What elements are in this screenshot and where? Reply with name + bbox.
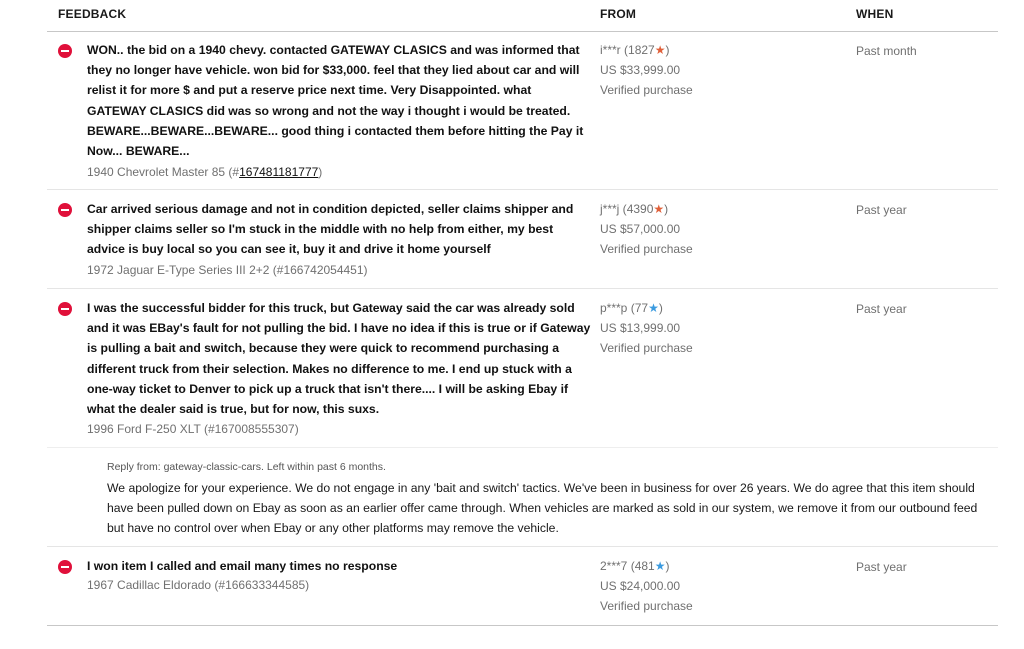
buyer-id[interactable]: 2***7 (481★) bbox=[600, 556, 693, 576]
buyer-username: j***j bbox=[600, 202, 620, 216]
when: Past year bbox=[856, 302, 907, 316]
when: Past year bbox=[856, 560, 907, 574]
feedback-table: FEEDBACK FROM WHEN WON.. the bid on a 19… bbox=[47, 0, 998, 626]
star-icon: ★ bbox=[648, 301, 659, 315]
table-row: I won item I called and email many times… bbox=[47, 547, 998, 626]
buyer-username: 2***7 bbox=[600, 559, 628, 573]
price: US $24,000.00 bbox=[600, 579, 681, 594]
buyer-score: 1827 bbox=[628, 43, 655, 57]
price: US $13,999.00 bbox=[600, 321, 681, 336]
buyer-id[interactable]: i***r (1827★) bbox=[600, 40, 693, 60]
negative-rating-icon bbox=[58, 302, 72, 316]
negative-rating-icon bbox=[58, 44, 72, 58]
buyer-id[interactable]: p***p (77★) bbox=[600, 298, 693, 318]
buyer-id[interactable]: j***j (4390★) bbox=[600, 199, 693, 219]
verified-purchase: Verified purchase bbox=[600, 599, 693, 614]
buyer-username: p***p bbox=[600, 301, 628, 315]
price: US $57,000.00 bbox=[600, 222, 681, 237]
table-row: Car arrived serious damage and not in co… bbox=[47, 190, 998, 289]
verified-purchase: Verified purchase bbox=[600, 242, 693, 257]
negative-rating-icon bbox=[58, 560, 72, 574]
when: Past month bbox=[856, 44, 917, 58]
feedback-comment: Car arrived serious damage and not in co… bbox=[87, 202, 574, 257]
item-number-link[interactable]: 167481181777 bbox=[239, 165, 318, 179]
item-title: 1967 Cadillac Eldorado (#166633344585) bbox=[87, 578, 310, 592]
reply-from: Reply from: gateway-classic-cars. Left w… bbox=[107, 461, 386, 473]
buyer-info: 2***7 (481★) US $24,000.00 Verified purc… bbox=[600, 556, 693, 617]
reply-text: We apologize for your experience. We do … bbox=[107, 481, 978, 536]
table-header: FEEDBACK FROM WHEN bbox=[47, 0, 998, 32]
when: Past year bbox=[856, 203, 907, 217]
item-title: 1996 Ford F-250 XLT (#167008555307) bbox=[87, 422, 299, 436]
item-title: 1940 Chevrolet Master 85 (#167481181777) bbox=[87, 164, 322, 180]
table-row: I was the successful bidder for this tru… bbox=[47, 289, 998, 448]
buyer-username: i***r bbox=[600, 43, 621, 57]
star-icon: ★ bbox=[654, 559, 666, 573]
buyer-score: 481 bbox=[634, 559, 655, 573]
star-icon: ★ bbox=[653, 202, 665, 216]
table-row: WON.. the bid on a 1940 chevy. contacted… bbox=[47, 32, 998, 190]
price: US $33,999.00 bbox=[600, 63, 681, 78]
verified-purchase: Verified purchase bbox=[600, 341, 693, 356]
item-suffix: ) bbox=[318, 165, 323, 179]
seller-reply: Reply from: gateway-classic-cars. Left w… bbox=[47, 448, 998, 547]
header-feedback: FEEDBACK bbox=[58, 7, 127, 21]
feedback-comment: I was the successful bidder for this tru… bbox=[87, 301, 591, 417]
negative-rating-icon bbox=[58, 203, 72, 217]
verified-purchase: Verified purchase bbox=[600, 83, 693, 98]
buyer-info: j***j (4390★) US $57,000.00 Verified pur… bbox=[600, 199, 693, 260]
header-from: FROM bbox=[600, 7, 637, 21]
buyer-score: 77 bbox=[634, 301, 649, 315]
feedback-comment: I won item I called and email many times… bbox=[87, 559, 398, 573]
item-title: 1972 Jaguar E-Type Series III 2+2 (#1667… bbox=[87, 263, 368, 277]
star-icon: ★ bbox=[654, 43, 666, 57]
buyer-info: p***p (77★) US $13,999.00 Verified purch… bbox=[600, 298, 693, 359]
feedback-comment: WON.. the bid on a 1940 chevy. contacted… bbox=[87, 43, 584, 159]
header-when: WHEN bbox=[856, 7, 894, 21]
buyer-info: i***r (1827★) US $33,999.00 Verified pur… bbox=[600, 40, 693, 101]
buyer-score: 4390 bbox=[626, 202, 654, 216]
item-prefix: 1940 Chevrolet Master 85 (# bbox=[87, 165, 240, 179]
